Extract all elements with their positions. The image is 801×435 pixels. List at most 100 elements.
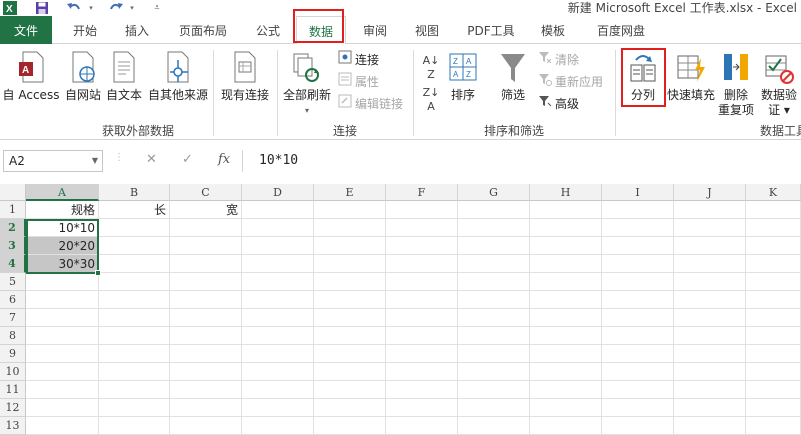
from-web-button[interactable]: 自网站 [62,50,104,103]
grid-cell[interactable] [99,219,170,237]
grid-cell[interactable] [602,237,674,255]
sort-descending-button[interactable]: Z↓ A [420,86,442,114]
connections-button[interactable]: 连接 [338,50,379,70]
grid-cell[interactable] [674,381,746,399]
grid-cell[interactable] [530,237,602,255]
advanced-button[interactable]: 高级 [538,94,579,114]
grid-cell[interactable] [530,273,602,291]
grid-cell[interactable] [242,291,314,309]
grid-cell[interactable] [674,309,746,327]
grid-cell[interactable] [386,381,458,399]
name-box[interactable]: A2 ▼ [3,150,103,172]
grid-cell[interactable] [314,363,386,381]
grid-cell[interactable] [674,399,746,417]
grid-cell[interactable] [530,309,602,327]
grid-cell[interactable] [170,309,242,327]
remove-duplicates-button[interactable]: 删除 重复项 [716,50,756,118]
grid-cell[interactable] [602,255,674,273]
from-text-button[interactable]: 自文本 [104,50,144,103]
grid-cell[interactable] [458,291,530,309]
grid-cell[interactable] [170,255,242,273]
redo-dropdown-icon[interactable]: ▾ [127,0,137,16]
grid-cell[interactable] [170,273,242,291]
cell-c1[interactable]: 宽 [170,201,242,219]
existing-connections-button[interactable]: 现有连接 [218,50,272,103]
tab-page-layout[interactable]: 页面布局 [168,16,238,44]
grid-cell[interactable] [530,381,602,399]
grid-cell[interactable] [746,219,801,237]
grid-cell[interactable] [602,399,674,417]
grid-cell[interactable] [314,399,386,417]
grid-cell[interactable] [386,363,458,381]
grid-cell[interactable] [170,291,242,309]
grid-cell[interactable] [386,219,458,237]
grid-cell[interactable] [530,399,602,417]
row-header-7[interactable]: 7 [0,309,26,327]
grid-cell[interactable] [314,255,386,273]
grid-cell[interactable] [386,291,458,309]
grid-cell[interactable] [386,273,458,291]
enter-icon[interactable]: ✓ [182,152,193,167]
grid-cell[interactable] [530,363,602,381]
grid-cell[interactable] [242,327,314,345]
grid-cell[interactable] [674,201,746,219]
grid-cell[interactable] [99,237,170,255]
grid-cell[interactable] [26,399,99,417]
row-header-10[interactable]: 10 [0,363,26,381]
grid-cell[interactable] [99,255,170,273]
grid-cell[interactable] [26,273,99,291]
refresh-all-button[interactable]: 全部刷新 ▾ [280,50,334,118]
grid-cell[interactable] [386,399,458,417]
grid-cell[interactable] [458,327,530,345]
grid-cell[interactable] [26,327,99,345]
grid-cell[interactable] [242,237,314,255]
grid-cell[interactable] [314,201,386,219]
customize-icon[interactable]: ⩡ [150,0,164,16]
grid-cell[interactable] [746,345,801,363]
grid-cell[interactable] [26,363,99,381]
grid-cell[interactable] [674,345,746,363]
grid-cell[interactable] [602,219,674,237]
grid-cell[interactable] [458,237,530,255]
tab-file[interactable]: 文件 [0,16,52,44]
grid-cell[interactable] [26,291,99,309]
column-header-c[interactable]: C [170,184,242,201]
grid-cell[interactable] [674,417,746,435]
grid-cell[interactable] [602,363,674,381]
grid-cell[interactable] [674,219,746,237]
grid-cell[interactable] [386,255,458,273]
grid-cell[interactable] [386,201,458,219]
row-header-4[interactable]: 4 [0,255,26,273]
column-header-a[interactable]: A [26,184,99,201]
grid-cell[interactable] [602,417,674,435]
grid-cell[interactable] [99,327,170,345]
grid-cell[interactable] [99,363,170,381]
cancel-icon[interactable]: ✕ [146,152,157,167]
row-header-9[interactable]: 9 [0,345,26,363]
row-header-12[interactable]: 12 [0,399,26,417]
formula-input[interactable]: 10*10 [242,150,801,172]
grid-cell[interactable] [314,327,386,345]
grid-cell[interactable] [602,381,674,399]
grid-cell[interactable] [314,291,386,309]
grid-cell[interactable] [99,273,170,291]
cell-a1[interactable]: 规格 [26,201,99,219]
grid-cell[interactable] [314,219,386,237]
grid-cell[interactable] [746,363,801,381]
sort-button[interactable]: ZAAZ 排序 [444,50,482,103]
grid-cell[interactable] [170,345,242,363]
grid-cell[interactable] [386,237,458,255]
grid-cell[interactable] [99,309,170,327]
row-header-2[interactable]: 2 [0,219,26,237]
grid-cell[interactable] [26,309,99,327]
data-validation-button[interactable]: 数据验 证 ▾ [758,50,800,118]
grid-cell[interactable] [99,381,170,399]
grid-cell[interactable] [99,345,170,363]
column-header-b[interactable]: B [99,184,170,201]
grid-cell[interactable] [242,363,314,381]
grid-cell[interactable] [314,309,386,327]
select-all-corner[interactable] [0,184,26,201]
fill-handle[interactable] [95,270,101,276]
cell-a3[interactable]: 20*20 [26,237,99,255]
grid-cell[interactable] [746,309,801,327]
